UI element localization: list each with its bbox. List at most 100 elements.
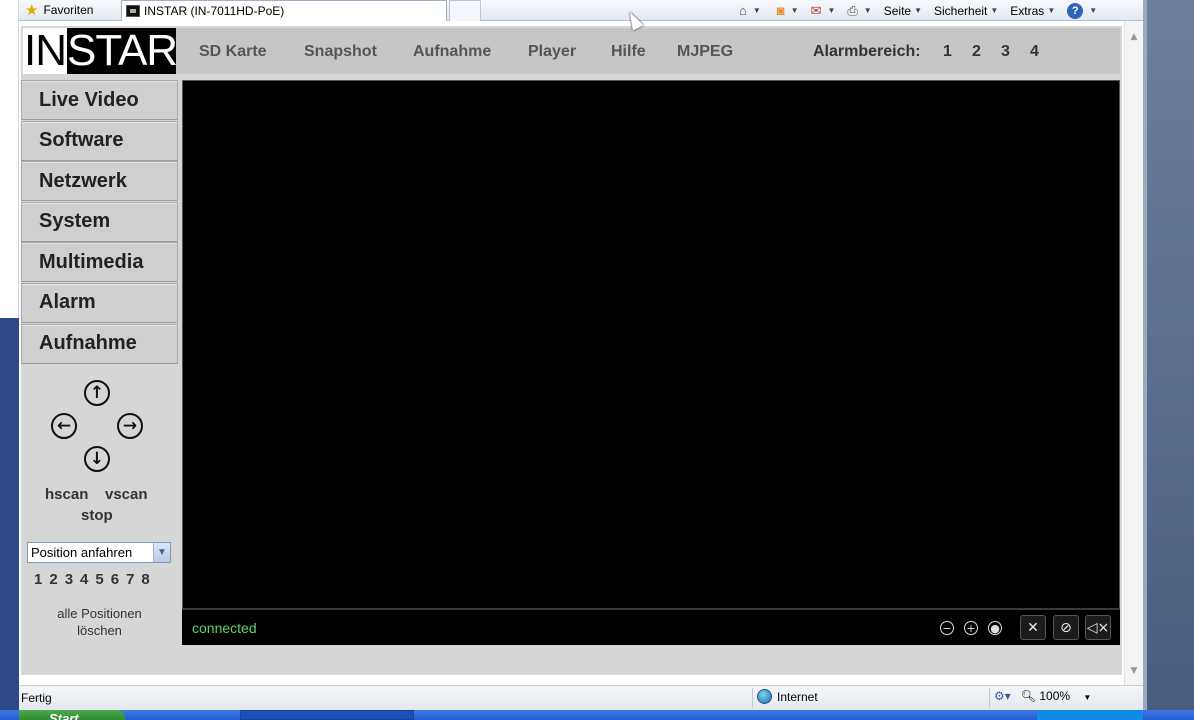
print-icon[interactable]: ⎙ [847,3,857,19]
menu-extras[interactable]: Extras ▼ [1010,4,1055,18]
speaker-mute-icon[interactable]: ◁× [1085,615,1111,640]
alarm-area-1[interactable]: 1 [943,43,952,61]
status-separator [989,688,990,708]
arrow-right-icon[interactable]: → [117,413,143,439]
sidebar-item-live-video[interactable]: Live Video [21,80,178,120]
position-presets: 1 2 3 4 5 6 7 8 [34,571,150,588]
sidebar-item-system[interactable]: System [21,201,178,242]
top-navigation: SD Karte Snapshot Aufnahme Player Hilfe … [176,28,1120,74]
clear-positions-button[interactable]: alle Positionen löschen [21,605,178,639]
scroll-up-icon[interactable]: ▲ [1128,31,1140,43]
sidebar-item-aufnahme[interactable]: Aufnahme [21,323,178,364]
start-button[interactable]: Start [19,710,125,720]
browser-tab[interactable]: INSTAR (IN-7011HD-PoE) [121,0,447,21]
taskbar-item[interactable] [240,710,414,720]
browser-page: IN STAR SD Karte Snapshot Aufnahme Player… [19,21,1124,685]
home-icon[interactable]: ⌂ [739,3,747,18]
instar-logo: IN STAR [23,28,178,74]
zoom-in-icon[interactable]: + [964,621,978,635]
record-icon[interactable]: ● [988,621,1002,635]
alarm-area-3[interactable]: 3 [1001,43,1010,61]
protected-mode-icon[interactable]: ⚙▾ [994,689,1011,703]
chevron-down-icon[interactable]: ▼ [153,543,170,562]
position-preset-4[interactable]: 4 [80,571,88,588]
position-select[interactable]: Position anfahren ▼ [27,542,171,563]
browser-command-bar: ★ Favoriten INSTAR (IN-7011HD-PoE) ⌂ ▼ ◙ ▼… [19,0,1143,21]
stop-button[interactable]: stop [81,507,113,524]
video-control-bar: connected − + ● ✕ ⊘ ◁× [182,608,1120,645]
nav-player[interactable]: Player [528,43,576,61]
position-preset-1[interactable]: 1 [34,571,42,588]
microphone-mute-icon[interactable]: ⊘ [1053,615,1079,640]
position-preset-5[interactable]: 5 [95,571,103,588]
taskbar: Start [0,710,1194,720]
vscan-button[interactable]: vscan [105,486,148,503]
help-dropdown-icon[interactable]: ▼ [1089,6,1097,15]
alarm-area-4[interactable]: 4 [1030,43,1039,61]
logo-part-star: STAR [67,26,178,75]
connection-status: connected [192,620,257,636]
arrow-left-icon[interactable]: ← [51,413,77,439]
new-tab-button[interactable] [449,0,481,21]
chevron-down-icon: ▼ [1083,693,1092,702]
live-video-view[interactable] [182,80,1120,645]
desktop-left-edge [0,0,19,720]
sidebar-menu: Live Video Software Netzwerk System Mult… [21,80,178,364]
nav-sd-karte[interactable]: SD Karte [199,43,267,61]
clear-positions-line2: löschen [77,623,122,638]
globe-icon [757,689,772,704]
position-select-value: Position anfahren [31,545,133,560]
position-preset-2[interactable]: 2 [49,571,57,588]
browser-status-bar: Fertig Internet ⚙▾ 🔍︎ 100% ▼ [19,685,1143,710]
zoom-out-icon[interactable]: − [940,621,954,635]
zone-label: Internet [777,689,818,704]
chevron-down-icon: ▼ [1047,6,1056,15]
menu-sicherheit-label: Sicherheit [934,3,988,18]
logo-part-in: IN [23,26,67,75]
zoom-control[interactable]: 🔍︎ 100% ▼ [1021,689,1092,703]
nav-snapshot[interactable]: Snapshot [304,43,377,61]
sidebar-item-software[interactable]: Software [21,120,178,161]
desktop-background [0,318,19,720]
sidebar-item-netzwerk[interactable]: Netzwerk [21,161,178,202]
clear-positions-line1: alle Positionen [57,606,142,621]
command-toolbar: ⌂ ▼ ◙ ▼ ✉ ▼ ⎙ ▼ Seite ▼ Sicherheit ▼ Extras ▼ ?… [739,0,1097,21]
alarm-area-2[interactable]: 2 [972,43,981,61]
arrow-up-icon[interactable]: ↑ [84,380,110,406]
nav-hilfe[interactable]: Hilfe [611,43,646,61]
feeds-icon[interactable]: ◙ [777,3,785,18]
status-right-controls: ⚙▾ 🔍︎ 100% ▼ [994,689,1091,703]
home-dropdown-icon[interactable]: ▼ [753,6,761,15]
mail-dropdown-icon[interactable]: ▼ [827,6,835,15]
chevron-down-icon: ▼ [914,6,922,15]
magnifier-icon: 🔍︎ [1020,689,1037,703]
desktop-right-edge [1143,0,1194,720]
print-dropdown-icon[interactable]: ▼ [864,6,872,15]
tab-title: INSTAR (IN-7011HD-PoE) [144,4,285,18]
menu-sicherheit[interactable]: Sicherheit ▼ [934,4,998,18]
position-preset-7[interactable]: 7 [126,571,134,588]
star-icon: ★ [25,1,39,19]
sidebar-item-multimedia[interactable]: Multimedia [21,242,178,283]
position-preset-3[interactable]: 3 [65,571,73,588]
position-preset-6[interactable]: 6 [111,571,119,588]
nav-aufnahme[interactable]: Aufnahme [413,43,491,61]
mail-icon[interactable]: ✉ [811,3,822,19]
scroll-down-icon[interactable]: ▼ [1128,665,1140,677]
nav-mjpeg[interactable]: MJPEG [677,43,733,61]
settings-tools-icon[interactable]: ✕ [1020,615,1046,640]
vertical-scrollbar[interactable]: ▲ ▼ [1124,21,1143,685]
hscan-button[interactable]: hscan [45,486,88,503]
sidebar-item-alarm[interactable]: Alarm [21,282,178,323]
arrow-down-icon[interactable]: ↓ [84,446,110,472]
favorites-button[interactable]: ★ Favoriten [25,0,93,20]
help-icon[interactable]: ? [1067,2,1084,19]
window-border [1143,0,1147,720]
feeds-dropdown-icon[interactable]: ▼ [791,6,799,15]
position-preset-8[interactable]: 8 [141,571,149,588]
camera-page-icon [126,5,140,17]
zoom-level: 100% [1039,689,1071,703]
status-text: Fertig [21,691,52,705]
menu-seite[interactable]: Seite ▼ [884,4,922,18]
camera-web-ui: IN STAR SD Karte Snapshot Aufnahme Player… [21,26,1122,675]
